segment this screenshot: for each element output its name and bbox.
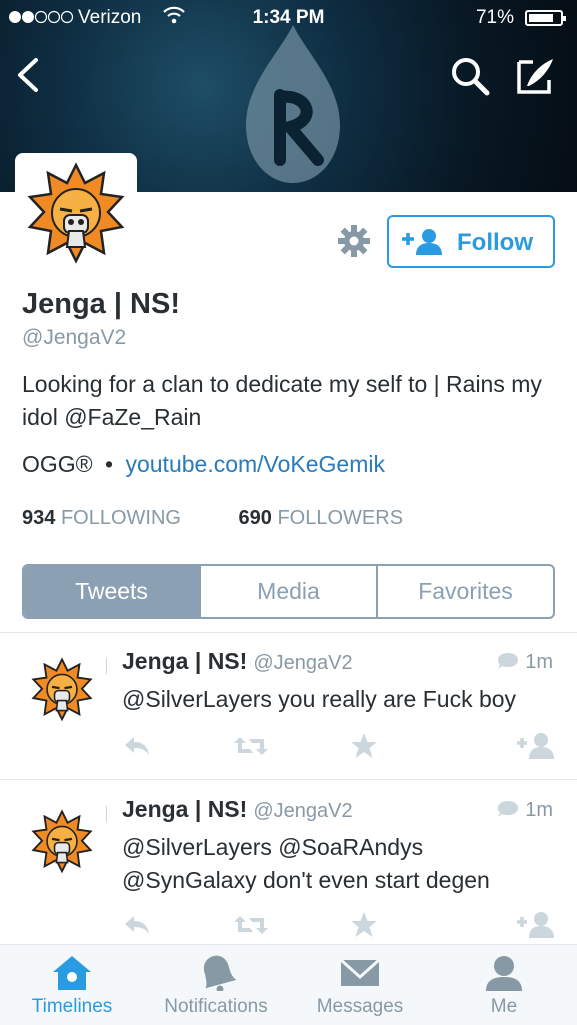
follow-button[interactable]: Follow <box>387 215 555 268</box>
bell-icon <box>203 955 237 991</box>
tweet-item[interactable]: Jenga | NS! @JengaV2 1m @SilverLayers you… <box>0 632 577 779</box>
tweet-divider <box>106 806 107 822</box>
reply-bubble-icon <box>498 801 519 817</box>
tweet-author: Jenga | NS! @JengaV2 <box>122 648 353 675</box>
profile-bio: Looking for a clan to dedicate my self t… <box>22 371 542 430</box>
tweet-timestamp: 1m <box>497 799 553 822</box>
battery-icon <box>525 10 566 26</box>
follow-icon[interactable] <box>516 911 556 939</box>
tab-tweets[interactable]: Tweets <box>24 566 199 617</box>
tab-messages-label: Messages <box>316 996 404 1017</box>
retweet-icon[interactable] <box>233 914 269 936</box>
tweet-text: @SilverLayers @SoaRAndys @SynGalaxy don'… <box>122 834 490 893</box>
envelope-icon <box>339 958 381 986</box>
tweet-author-handle: @JengaV2 <box>253 800 353 822</box>
bottom-tab-bar: Timelines Notifications Messages Me <box>0 944 577 1025</box>
followers-label: FOLLOWERS <box>277 507 404 529</box>
settings-button[interactable] <box>337 224 371 263</box>
gear-icon <box>338 225 370 257</box>
tweet-author-name: Jenga | NS! <box>122 648 248 674</box>
followers-stat[interactable]: 690 FOLLOWERS <box>239 507 404 529</box>
favorite-icon[interactable] <box>350 911 378 938</box>
followers-count: 690 <box>238 507 272 529</box>
home-icon <box>53 956 91 990</box>
compose-button[interactable] <box>515 56 557 101</box>
tab-media[interactable]: Media <box>199 566 376 617</box>
tab-notifications-label: Notifications <box>164 996 268 1017</box>
tweet-avatar-icon[interactable] <box>24 652 100 728</box>
back-icon <box>18 58 38 92</box>
profile-meta: OGG® • youtube.com/VoKeGemik <box>22 451 385 478</box>
tab-me-label: Me <box>490 996 518 1017</box>
tweet-time: 1m <box>525 799 553 821</box>
tweet-time: 1m <box>525 651 553 673</box>
retweet-icon[interactable] <box>233 735 269 757</box>
following-count: 934 <box>22 507 56 529</box>
reply-icon[interactable] <box>123 913 151 937</box>
profile-location: OGG® <box>22 451 93 477</box>
reply-icon[interactable] <box>123 734 151 758</box>
following-stat[interactable]: 934 FOLLOWING <box>22 507 181 529</box>
compose-icon <box>517 59 553 94</box>
reply-bubble-icon <box>498 653 519 669</box>
profile-avatar[interactable] <box>15 153 137 275</box>
profile-handle: @JengaV2 <box>22 326 127 349</box>
following-label: FOLLOWING <box>60 507 181 529</box>
tab-me[interactable]: Me <box>432 945 576 1025</box>
tweet-timestamp: 1m <box>497 651 553 674</box>
favorite-icon[interactable] <box>350 732 378 759</box>
profile-website-link[interactable]: youtube.com/VoKeGemik <box>125 451 385 477</box>
profile-counts: 934 FOLLOWING 690 FOLLOWERS <box>22 507 403 530</box>
tweet-divider <box>106 658 107 674</box>
battery-percent: 71% <box>475 7 514 28</box>
search-icon <box>452 58 490 96</box>
profile-tabs: Tweets Media Favorites <box>22 564 555 619</box>
back-button[interactable] <box>14 56 42 99</box>
tweet-avatar-icon[interactable] <box>24 804 100 880</box>
tab-favorites[interactable]: Favorites <box>376 566 553 617</box>
tab-timelines-label: Timelines <box>31 996 113 1017</box>
tweet-item[interactable]: Jenga | NS! @JengaV2 1m @SilverLayers @So… <box>0 780 577 944</box>
follow-button-label: Follow <box>457 229 533 256</box>
person-icon <box>486 956 522 991</box>
tweet-text: @SilverLayers you really are Fuck boy <box>122 686 517 712</box>
tweet-author-handle: @JengaV2 <box>253 652 353 674</box>
search-button[interactable] <box>450 56 490 101</box>
profile-name: Jenga | NS! <box>22 288 180 320</box>
status-bar: Verizon 1:34 PM 71% <box>0 0 577 38</box>
meta-separator: • <box>105 451 114 477</box>
banner-logo-icon <box>246 25 340 183</box>
add-user-icon <box>402 229 442 255</box>
tab-messages[interactable]: Messages <box>288 945 432 1025</box>
tab-timelines[interactable]: Timelines <box>0 945 144 1025</box>
tweet-author: Jenga | NS! @JengaV2 <box>122 796 353 823</box>
tab-notifications[interactable]: Notifications <box>144 945 288 1025</box>
sun-mask-avatar-icon <box>27 162 125 264</box>
tweet-author-name: Jenga | NS! <box>122 796 248 822</box>
follow-icon[interactable] <box>516 732 556 760</box>
